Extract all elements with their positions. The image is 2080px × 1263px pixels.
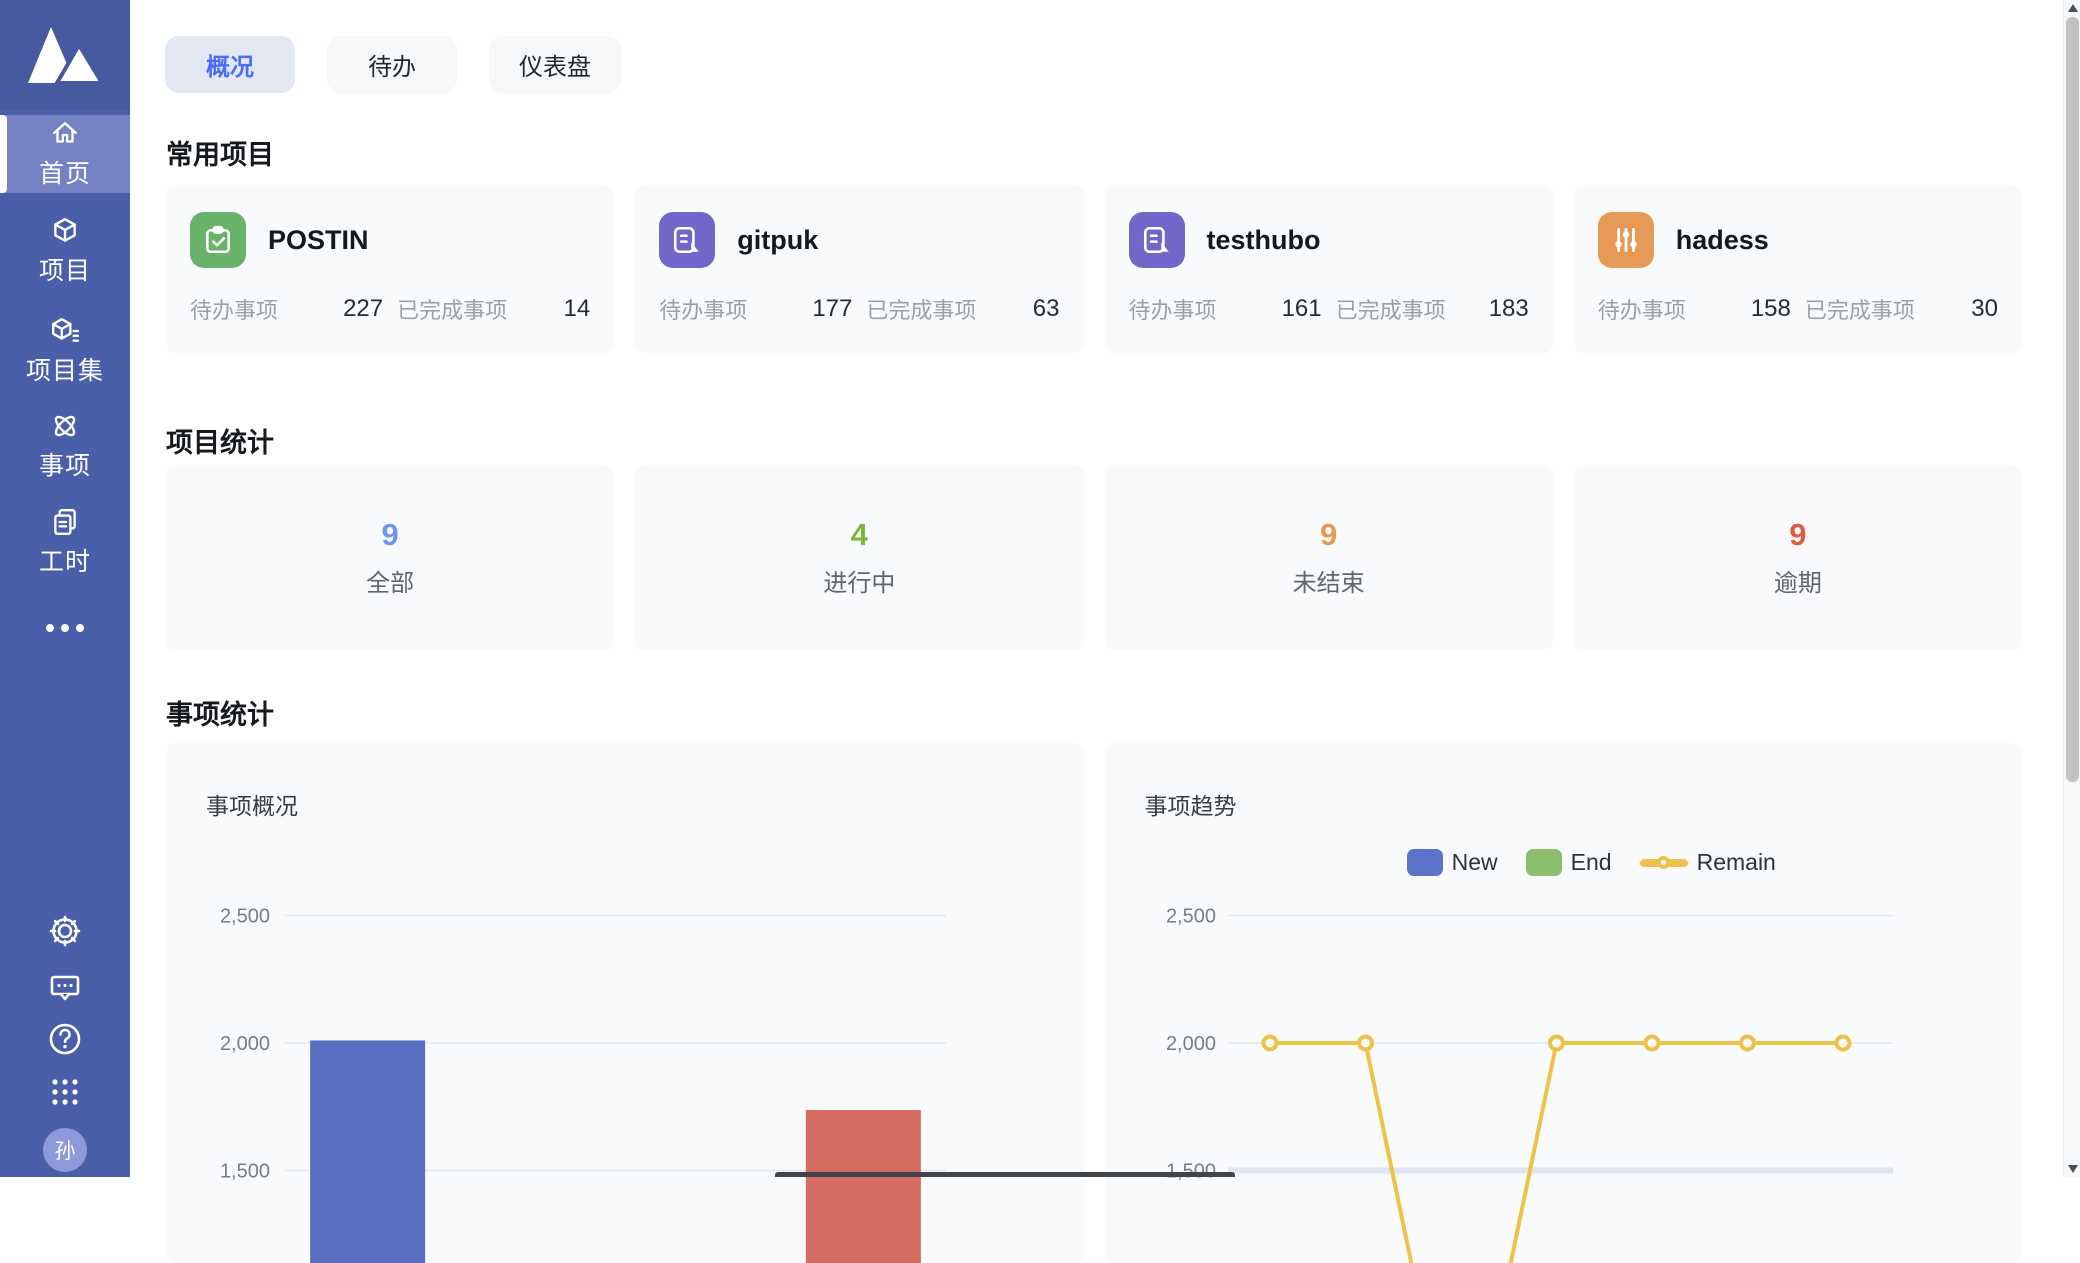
svg-text:2,500: 2,500 bbox=[220, 906, 270, 928]
question-circle-icon bbox=[44, 1018, 86, 1060]
done-count: 14 bbox=[564, 295, 591, 323]
chat-bubble-icon bbox=[45, 967, 85, 1007]
stat-value: 9 bbox=[1320, 519, 1337, 550]
project-card-gitpuk[interactable]: gitpuk 待办事项 177 已完成事项 63 bbox=[635, 185, 1083, 353]
tab-dashboard[interactable]: 仪表盘 bbox=[489, 36, 621, 93]
todo-count: 227 bbox=[343, 295, 383, 323]
sidebar-item-label: 工时 bbox=[39, 542, 91, 578]
app-logo[interactable] bbox=[0, 0, 130, 110]
project-name: gitpuk bbox=[737, 225, 818, 256]
stat-card-unfinished[interactable]: 9 未结束 bbox=[1105, 465, 1553, 650]
project-stats-section-title: 项目统计 bbox=[166, 421, 274, 460]
stat-value: 4 bbox=[851, 519, 868, 550]
tab-label: 仪表盘 bbox=[519, 47, 591, 82]
sidebar-item-issues[interactable]: 事项 bbox=[0, 406, 130, 486]
project-name: hadess bbox=[1676, 225, 1769, 256]
stat-card-all[interactable]: 9 全部 bbox=[166, 465, 614, 650]
repo-building-icon bbox=[1129, 212, 1185, 268]
help-button[interactable] bbox=[0, 1018, 130, 1060]
project-name: POSTIN bbox=[268, 225, 369, 256]
apps-button[interactable] bbox=[0, 1073, 130, 1111]
sliders-icon bbox=[1598, 212, 1654, 268]
stat-card-in-progress[interactable]: 4 进行中 bbox=[635, 465, 1083, 650]
sidebar-item-label: 事项 bbox=[39, 446, 91, 482]
grid-dots-icon bbox=[46, 1073, 84, 1111]
sidebar-item-home[interactable]: 首页 bbox=[0, 115, 130, 193]
avatar-initial: 孙 bbox=[55, 1135, 76, 1165]
stat-label: 逾期 bbox=[1774, 572, 1822, 596]
stat-label: 进行中 bbox=[823, 572, 895, 596]
stat-label: 全部 bbox=[366, 572, 414, 596]
done-label: 已完成事项 bbox=[866, 293, 976, 325]
ellipsis-icon bbox=[44, 622, 86, 634]
sidebar-item-project-set[interactable]: 项目集 bbox=[0, 310, 130, 392]
tab-todo[interactable]: 待办 bbox=[327, 36, 457, 93]
project-card-postin[interactable]: POSTIN 待办事项 227 已完成事项 14 bbox=[166, 185, 614, 353]
active-indicator bbox=[0, 115, 7, 193]
sidebar-item-timesheet[interactable]: 工时 bbox=[0, 502, 130, 582]
cube-icon bbox=[50, 216, 80, 246]
favorites-grid: POSTIN 待办事项 227 已完成事项 14 gitpuk 待办事项 177 已完… bbox=[166, 185, 2022, 353]
todo-count: 177 bbox=[812, 295, 852, 323]
issue-overview-chart-card: 事项概况 2,5002,0001,500 bbox=[166, 743, 1084, 1263]
documents-icon bbox=[50, 507, 80, 537]
repo-building-icon bbox=[659, 212, 715, 268]
done-count: 63 bbox=[1033, 295, 1060, 323]
stat-label: 未结束 bbox=[1293, 572, 1365, 596]
atom-icon bbox=[50, 411, 80, 441]
stat-value: 9 bbox=[382, 519, 399, 550]
done-count: 183 bbox=[1489, 295, 1529, 323]
home-icon bbox=[50, 119, 80, 149]
page-scrollbar[interactable] bbox=[2063, 0, 2080, 1177]
project-name: testhubo bbox=[1207, 225, 1321, 256]
issue-overview-bar-chart[interactable]: 2,500 2,000 1,500 bbox=[166, 743, 1083, 1263]
sidebar-item-label: 首页 bbox=[39, 154, 91, 190]
todo-label: 待办事项 bbox=[190, 293, 278, 325]
project-card-testhubo[interactable]: testhubo 待办事项 161 已完成事项 183 bbox=[1105, 185, 1553, 353]
project-card-hadess[interactable]: hadess 待办事项 158 已完成事项 30 bbox=[1574, 185, 2022, 353]
clipboard-check-icon bbox=[190, 212, 246, 268]
done-label: 已完成事项 bbox=[397, 293, 507, 325]
issue-trend-line-chart[interactable]: 2,5002,0001,500 bbox=[1105, 743, 2022, 1263]
cube-list-icon bbox=[50, 316, 80, 346]
scrollbar-thumb[interactable] bbox=[2066, 17, 2079, 782]
scroll-up-arrow-icon[interactable] bbox=[2068, 4, 2078, 12]
done-label: 已完成事项 bbox=[1805, 293, 1915, 325]
settings-button[interactable] bbox=[0, 911, 130, 951]
project-stats-grid: 9 全部 4 进行中 9 未结束 9 逾期 bbox=[166, 465, 2022, 650]
stat-value: 9 bbox=[1789, 519, 1806, 550]
tooltip-top-edge bbox=[775, 1172, 1235, 1177]
feedback-button[interactable] bbox=[0, 967, 130, 1007]
view-tabs: 概况 待办 仪表盘 bbox=[165, 36, 621, 93]
todo-label: 待办事项 bbox=[659, 293, 747, 325]
done-label: 已完成事项 bbox=[1336, 293, 1446, 325]
issue-stats-section-title: 事项统计 bbox=[166, 693, 274, 732]
user-avatar[interactable]: 孙 bbox=[43, 1128, 87, 1172]
scroll-down-arrow-icon[interactable] bbox=[2068, 1165, 2078, 1173]
done-count: 30 bbox=[1971, 295, 1998, 323]
todo-count: 158 bbox=[1751, 295, 1791, 323]
todo-count: 161 bbox=[1282, 295, 1322, 323]
issue-trend-chart-card: 事项趋势 New End Remain 2,5002,0001,500 bbox=[1105, 743, 2023, 1263]
svg-text:1,500: 1,500 bbox=[220, 1161, 270, 1183]
sidebar-item-projects[interactable]: 项目 bbox=[0, 212, 130, 290]
sidebar-more-button[interactable] bbox=[0, 608, 130, 648]
tab-label: 待办 bbox=[368, 47, 416, 82]
stat-card-overdue[interactable]: 9 逾期 bbox=[1574, 465, 2022, 650]
favorites-section-title: 常用项目 bbox=[166, 133, 274, 172]
sidebar-item-label: 项目集 bbox=[26, 351, 104, 387]
tab-label: 概况 bbox=[206, 47, 254, 82]
svg-text:2,500: 2,500 bbox=[1165, 906, 1215, 928]
tab-overview[interactable]: 概况 bbox=[165, 36, 295, 93]
svg-text:2,000: 2,000 bbox=[220, 1033, 270, 1055]
todo-label: 待办事项 bbox=[1129, 293, 1217, 325]
mountain-logo-icon bbox=[28, 25, 102, 85]
sidebar: 首页 项目 项目集 事项 工时 bbox=[0, 0, 130, 1177]
svg-text:2,000: 2,000 bbox=[1165, 1033, 1215, 1055]
todo-label: 待办事项 bbox=[1598, 293, 1686, 325]
sidebar-item-label: 项目 bbox=[39, 251, 91, 287]
gear-icon bbox=[45, 911, 85, 951]
issue-charts-grid: 事项概况 2,5002,0001,500 事项趋势 New End Remain… bbox=[166, 743, 2022, 1263]
